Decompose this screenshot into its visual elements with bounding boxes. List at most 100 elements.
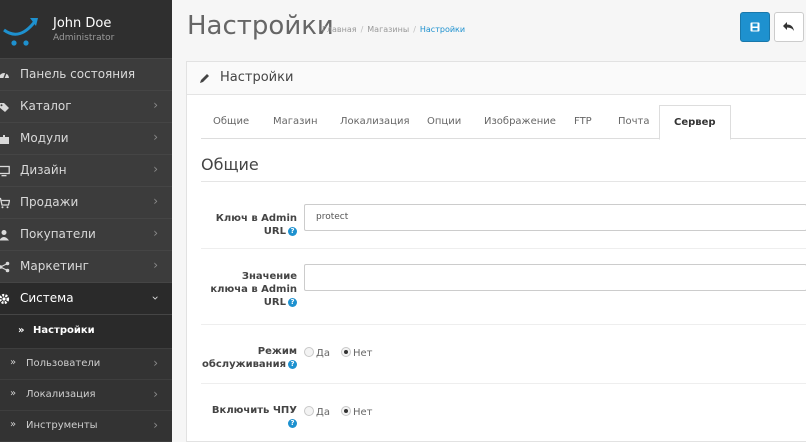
subnav-label: Инструменты [26, 420, 98, 431]
breadcrumb-home[interactable]: Главная [322, 25, 357, 34]
radio-label: Нет [353, 407, 373, 418]
panel-heading: Настройки [187, 62, 806, 95]
chevron-right-icon: › [153, 418, 158, 432]
help-icon[interactable]: ? [288, 297, 297, 307]
logo-icon [3, 18, 38, 46]
tag-icon [0, 103, 9, 112]
field-label-text: Включить ЧПУ [211, 405, 297, 416]
save-button[interactable] [740, 12, 770, 42]
tab-server[interactable]: Сервер [659, 105, 731, 140]
nav-item-catalog[interactable]: Каталог › [0, 91, 172, 123]
nav-item-marketing[interactable]: Маркетинг › [0, 251, 172, 283]
maintenance-yes-radio[interactable]: Да [304, 347, 330, 359]
pencil-icon [200, 74, 209, 83]
subnav-item-settings[interactable]: » Настройки [0, 315, 172, 349]
monitor-icon [0, 165, 10, 177]
back-button[interactable] [774, 12, 804, 42]
breadcrumb-separator: / [360, 25, 364, 34]
nav-item-customers[interactable]: Покупатели › [0, 219, 172, 251]
maintenance-no-radio[interactable]: Нет [341, 347, 373, 359]
user-role: Administrator [53, 33, 115, 43]
chevron-right-icon: › [153, 162, 158, 176]
tab-ftp[interactable]: FTP [574, 116, 592, 127]
nav-label: Каталог [20, 99, 72, 113]
admin-key-value-input[interactable] [304, 264, 806, 291]
subnav-label: Локализация [26, 389, 96, 400]
user-icon [0, 230, 9, 241]
form-row-maintenance: Режим обслуживания? Да Нет [201, 324, 806, 384]
double-chevron-icon: » [10, 357, 17, 368]
seo-urls-no-radio[interactable]: Нет [341, 406, 373, 418]
nav-label: Система [20, 291, 74, 305]
cart-icon [0, 197, 10, 209]
tab-general[interactable]: Общие [213, 116, 249, 127]
help-icon[interactable]: ? [288, 418, 297, 428]
breadcrumb-current[interactable]: Настройки [420, 25, 465, 34]
nav-item-design[interactable]: Дизайн › [0, 155, 172, 187]
save-icon [750, 22, 760, 32]
panel-title: Настройки [220, 70, 294, 85]
seo-urls-yes-radio[interactable]: Да [304, 406, 330, 418]
settings-panel: Настройки Общие Магазин Локализация Опци… [186, 61, 806, 442]
radio-label: Нет [353, 348, 373, 359]
subnav-item-localisation[interactable]: » Локализация › [0, 380, 172, 411]
puzzle-icon [0, 135, 9, 144]
form-row-seo-urls: Включить ЧПУ? Да Нет [201, 383, 806, 441]
share-icon [0, 261, 10, 273]
nav-label: Продажи [20, 195, 79, 209]
cog-icon [0, 293, 10, 305]
section-legend: Общие [201, 155, 806, 182]
radio-dot [341, 347, 351, 357]
help-icon[interactable]: ? [288, 226, 297, 236]
tab-options[interactable]: Опции [427, 116, 461, 127]
subnav-item-users[interactable]: » Пользователи › [0, 349, 172, 380]
nav-item-system[interactable]: Система › [0, 283, 172, 315]
user-profile[interactable]: John Doe Administrator [0, 0, 172, 59]
nav-label: Маркетинг [20, 259, 89, 273]
admin-key-input[interactable]: protect [304, 204, 806, 231]
chevron-right-icon: › [153, 387, 158, 401]
tab-image[interactable]: Изображение [484, 116, 556, 127]
radio-dot [304, 347, 314, 357]
field-label: Режим обслуживания? [201, 345, 297, 371]
double-chevron-icon: » [18, 325, 25, 336]
nav-label: Покупатели [20, 227, 96, 241]
reply-icon [783, 22, 794, 31]
chevron-right-icon: › [153, 356, 158, 370]
user-name: John Doe [53, 16, 112, 31]
nav-label: Панель состояния [20, 67, 136, 81]
tab-localisation[interactable]: Локализация [340, 116, 409, 127]
radio-label: Да [316, 407, 330, 418]
breadcrumb-separator: / [413, 25, 416, 34]
chevron-down-icon: › [148, 295, 163, 301]
double-chevron-icon: » [10, 419, 17, 430]
chevron-right-icon: › [153, 130, 158, 144]
field-label-text: Ключ в Admin URL [215, 213, 297, 237]
help-icon[interactable]: ? [288, 359, 297, 369]
breadcrumb: Главная / Магазины / Настройки [322, 25, 465, 34]
nav-label: Модули [20, 131, 69, 145]
nav-item-modules[interactable]: Модули › [0, 123, 172, 155]
tabs: Общие Магазин Локализация Опции Изображе… [201, 105, 806, 140]
subnav-item-tools[interactable]: » Инструменты › [0, 411, 172, 442]
subnav-label: Настройки [33, 325, 95, 336]
tab-mail[interactable]: Почта [618, 116, 650, 127]
radio-dot [304, 406, 314, 416]
field-label-text: Значение ключа в Admin URL [210, 271, 297, 308]
chevron-right-icon: › [153, 226, 158, 240]
tab-store[interactable]: Магазин [273, 116, 318, 127]
page-title: Настройки [187, 11, 334, 41]
field-label: Включить ЧПУ? [201, 404, 297, 430]
field-label-text: Режим обслуживания [202, 346, 297, 370]
breadcrumb-stores[interactable]: Магазины [367, 25, 409, 34]
nav-item-dashboard[interactable]: Панель состояния [0, 59, 172, 91]
nav-item-sales[interactable]: Продажи › [0, 187, 172, 219]
form-row-admin-key: Ключ в Admin URL? protect [201, 188, 806, 249]
chevron-right-icon: › [153, 194, 158, 208]
nav-label: Дизайн [20, 163, 67, 177]
chevron-right-icon: › [153, 98, 158, 112]
dashboard-icon [0, 72, 9, 79]
field-label: Значение ключа в Admin URL? [201, 270, 297, 309]
radio-dot [341, 406, 351, 416]
subnav-label: Пользователи [26, 358, 101, 369]
